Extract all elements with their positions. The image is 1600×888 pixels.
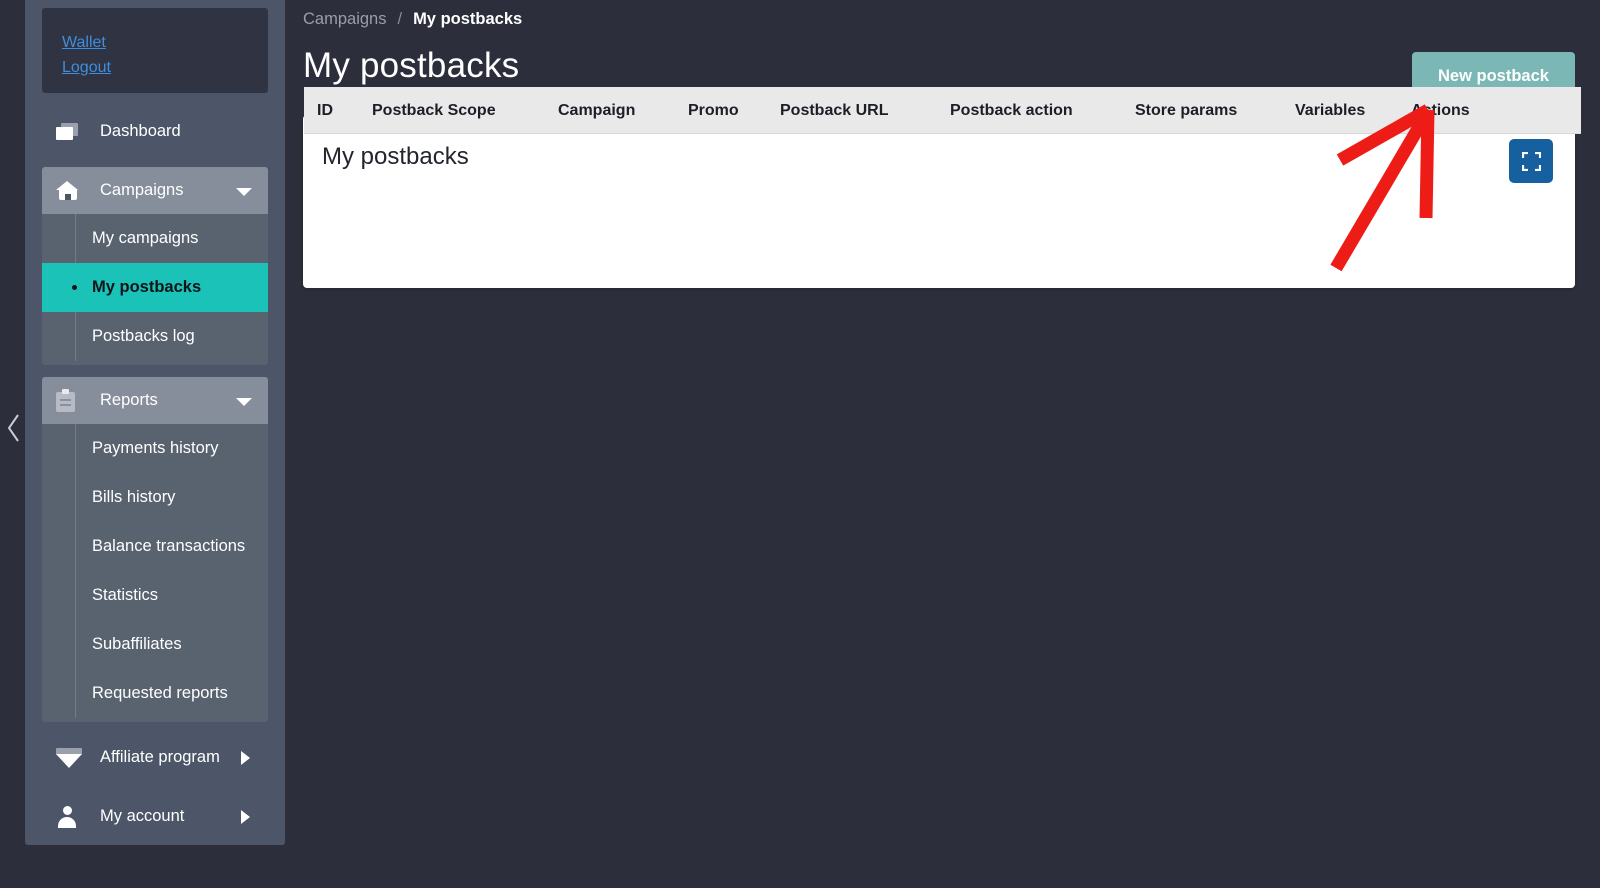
sidebar-submenu-reports: Payments history Bills history Balance t…: [42, 424, 268, 722]
sidebar: Wallet Logout Dashboard Campaigns My cam…: [25, 0, 285, 845]
sidebar-item-dashboard[interactable]: Dashboard: [42, 108, 268, 155]
chevron-down-icon: [236, 397, 252, 406]
sidebar-item-my-account[interactable]: My account: [42, 793, 268, 840]
sidebar-item-subaffiliates[interactable]: Subaffiliates: [42, 620, 268, 669]
sidebar-item-balance-transactions[interactable]: Balance transactions: [42, 522, 268, 571]
breadcrumb: Campaigns / My postbacks: [303, 10, 522, 29]
window-icon: [56, 121, 86, 143]
column-header-postback-url[interactable]: Postback URL: [780, 87, 888, 134]
column-header-id[interactable]: ID: [317, 87, 333, 134]
column-header-variables[interactable]: Variables: [1295, 87, 1365, 134]
app-root: Wallet Logout Dashboard Campaigns My cam…: [0, 0, 1600, 888]
main-content: Campaigns / My postbacks My postbacks Ne…: [285, 0, 1600, 888]
sidebar-item-my-campaigns[interactable]: My campaigns: [42, 214, 268, 263]
sidebar-item-reports[interactable]: Reports: [42, 377, 268, 424]
house-icon: [56, 180, 86, 202]
sidebar-item-postbacks-log[interactable]: Postbacks log: [42, 312, 268, 361]
page-title: My postbacks: [303, 46, 520, 85]
chevron-right-icon: [241, 750, 250, 765]
breadcrumb-current: My postbacks: [413, 10, 523, 28]
column-header-store-params[interactable]: Store params: [1135, 87, 1237, 134]
column-header-postback-action[interactable]: Postback action: [950, 87, 1073, 134]
postbacks-card: My postbacks: [303, 115, 1575, 288]
wallet-link[interactable]: Wallet: [62, 30, 106, 55]
sidebar-item-campaigns[interactable]: Campaigns: [42, 167, 268, 214]
column-header-promo[interactable]: Promo: [688, 87, 739, 134]
chevron-down-icon: [236, 187, 252, 196]
chevron-right-icon: [241, 809, 250, 824]
logout-link[interactable]: Logout: [62, 55, 111, 80]
card-title: My postbacks: [322, 143, 469, 170]
sidebar-item-payments-history[interactable]: Payments history: [42, 424, 268, 473]
fullscreen-icon: [1521, 151, 1541, 171]
sidebar-item-requested-reports[interactable]: Requested reports: [42, 669, 268, 718]
sidebar-item-my-postbacks[interactable]: My postbacks: [42, 263, 268, 312]
sidebar-item-bills-history[interactable]: Bills history: [42, 473, 268, 522]
fullscreen-button[interactable]: [1509, 139, 1553, 183]
sidebar-item-label-affiliate-program: Affiliate program: [100, 748, 220, 766]
table-header-row: ID Postback Scope Campaign Promo Postbac…: [304, 87, 1581, 134]
chevron-left-icon: [7, 414, 19, 442]
account-panel: Wallet Logout: [42, 8, 268, 93]
sidebar-item-affiliate-program[interactable]: Affiliate program: [42, 734, 268, 781]
column-header-postback-scope[interactable]: Postback Scope: [372, 87, 496, 134]
sidebar-item-label-dashboard: Dashboard: [100, 122, 181, 140]
sidebar-group-reports: Reports Payments history Bills history B…: [42, 377, 268, 722]
sidebar-item-label-my-account: My account: [100, 807, 185, 825]
sidebar-item-statistics[interactable]: Statistics: [42, 571, 268, 620]
breadcrumb-separator: /: [397, 10, 403, 28]
sidebar-group-campaigns: Campaigns My campaigns My postbacks Post…: [42, 167, 268, 365]
breadcrumb-parent[interactable]: Campaigns: [303, 10, 386, 29]
sidebar-collapse-toggle[interactable]: [4, 410, 24, 446]
person-icon: [56, 805, 86, 828]
gem-icon: [56, 747, 86, 769]
clipboard-icon: [56, 389, 86, 412]
column-header-campaign[interactable]: Campaign: [558, 87, 635, 134]
sidebar-item-label-reports: Reports: [100, 391, 158, 409]
sidebar-nav: Dashboard Campaigns My campaigns My post…: [42, 108, 268, 852]
sidebar-submenu-campaigns: My campaigns My postbacks Postbacks log: [42, 214, 268, 365]
column-header-actions[interactable]: Actions: [1411, 87, 1470, 134]
sidebar-item-label-campaigns: Campaigns: [100, 181, 184, 199]
